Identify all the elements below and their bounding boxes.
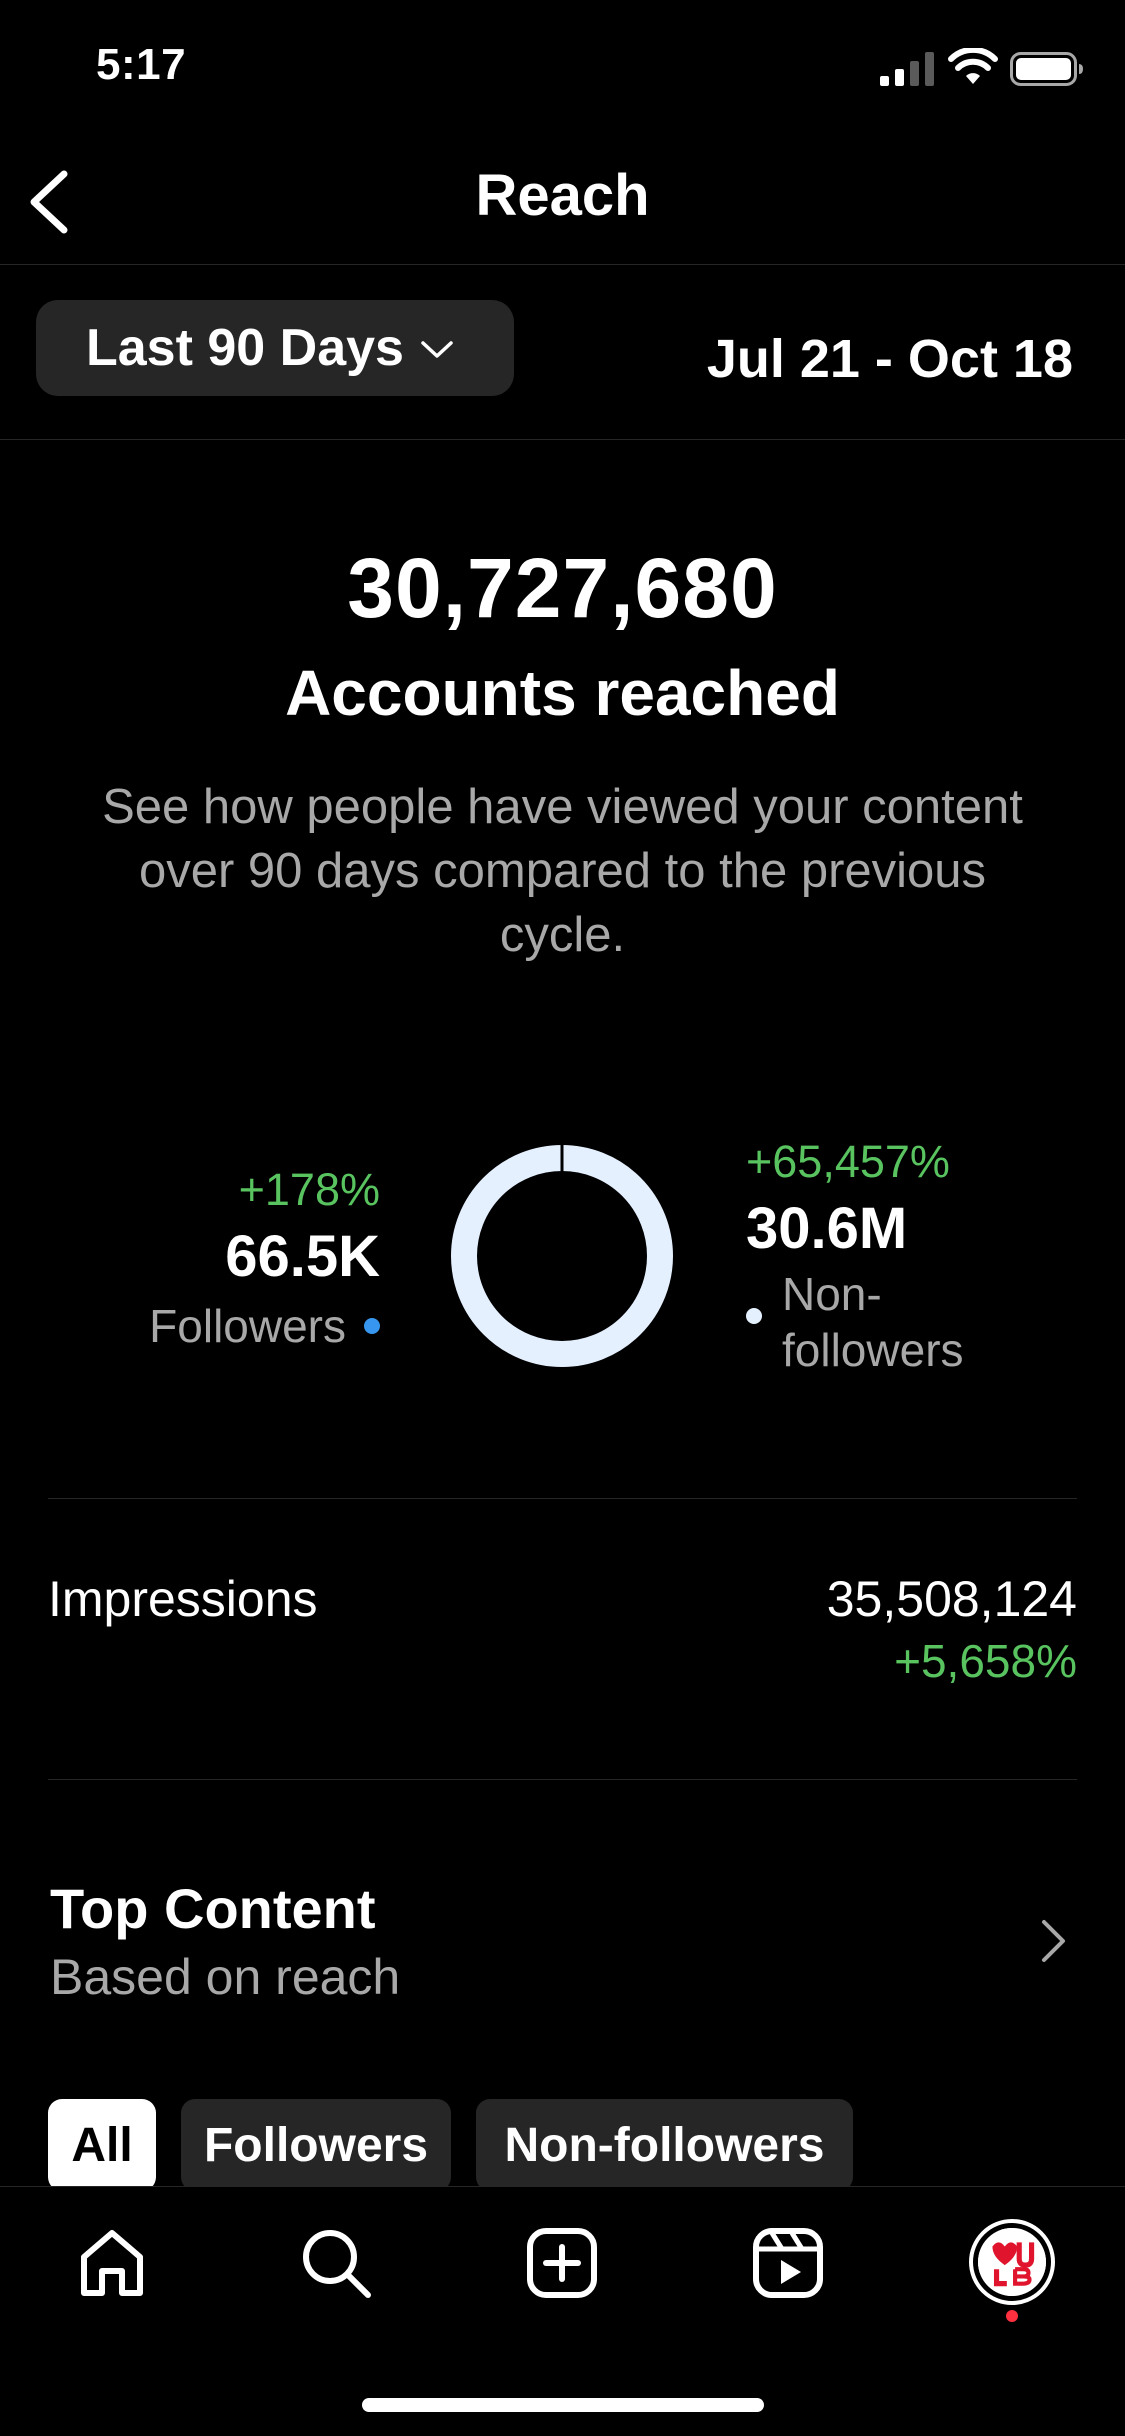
nav-header: Reach (0, 140, 1125, 265)
non-followers-change: +65,457% (746, 1136, 950, 1187)
chevron-right-icon (1042, 1920, 1065, 1962)
impressions-label: Impressions (48, 1571, 318, 1627)
top-content-row[interactable]: Top Content Based on reach (0, 1860, 1125, 2020)
date-range-dropdown[interactable]: Last 90 Days (36, 300, 514, 396)
tab-home[interactable] (72, 2223, 152, 2303)
profile-avatar (978, 2228, 1046, 2296)
page-title: Reach (475, 163, 650, 228)
search-icon (303, 2230, 371, 2298)
chevron-down-icon (421, 341, 453, 358)
non-followers-stats: +65,457% 30.6M Non-followers (746, 1132, 1002, 1378)
divider (48, 1779, 1077, 1780)
followers-stats: +178% 66.5K Followers (149, 1160, 380, 1358)
divider (48, 1498, 1077, 1499)
summary-description: See how people have viewed your content … (102, 780, 1023, 962)
create-icon (527, 2228, 597, 2298)
chip-followers[interactable]: Followers (181, 2099, 451, 2191)
donut-non-followers-segment (451, 1145, 673, 1367)
followers-value: 66.5K (225, 1224, 380, 1289)
tab-search[interactable] (296, 2223, 376, 2303)
profile-notification-dot (1006, 2310, 1018, 2322)
non-followers-label: Non-followers (782, 1268, 964, 1376)
tab-profile[interactable] (969, 2219, 1055, 2305)
accounts-reached-value: 30,727,680 (347, 541, 778, 635)
followers-legend-dot (364, 1318, 380, 1334)
top-content-title: Top Content (50, 1877, 376, 1940)
non-followers-label-row: Non-followers (746, 1266, 1002, 1378)
reels-icon (753, 2228, 823, 2298)
non-followers-legend-dot (746, 1308, 762, 1324)
status-time: 5:17 (96, 40, 187, 89)
accounts-reached-label: Accounts reached (285, 657, 840, 729)
followers-change: +178% (238, 1164, 380, 1215)
battery-icon (1010, 52, 1083, 86)
status-bar: 5:17 (0, 0, 1125, 140)
followers-label-row: Followers (149, 1294, 380, 1358)
avatar-logo-icon (978, 2228, 1046, 2296)
top-content-subtitle: Based on reach (50, 1949, 401, 2005)
non-followers-value: 30.6M (746, 1196, 908, 1261)
date-range-label: Last 90 Days (86, 319, 404, 377)
date-range-text: Jul 21 - Oct 18 (706, 329, 1073, 389)
home-indicator (362, 2398, 764, 2412)
chip-non-followers[interactable]: Non-followers (476, 2099, 853, 2191)
filter-row: Last 90 Days Jul 21 - Oct 18 (0, 266, 1125, 440)
impressions-change: +5,658% (894, 1635, 1077, 1687)
chip-all[interactable]: All (48, 2099, 156, 2191)
followers-label: Followers (149, 1300, 346, 1352)
reach-donut-chart (451, 1144, 673, 1367)
tab-reels[interactable] (748, 2223, 828, 2303)
impressions-value: 35,508,124 (826, 1571, 1077, 1627)
wifi-icon (948, 48, 998, 84)
tab-create[interactable] (522, 2223, 602, 2303)
home-icon (81, 2230, 143, 2296)
cellular-signal-icon (880, 52, 934, 86)
